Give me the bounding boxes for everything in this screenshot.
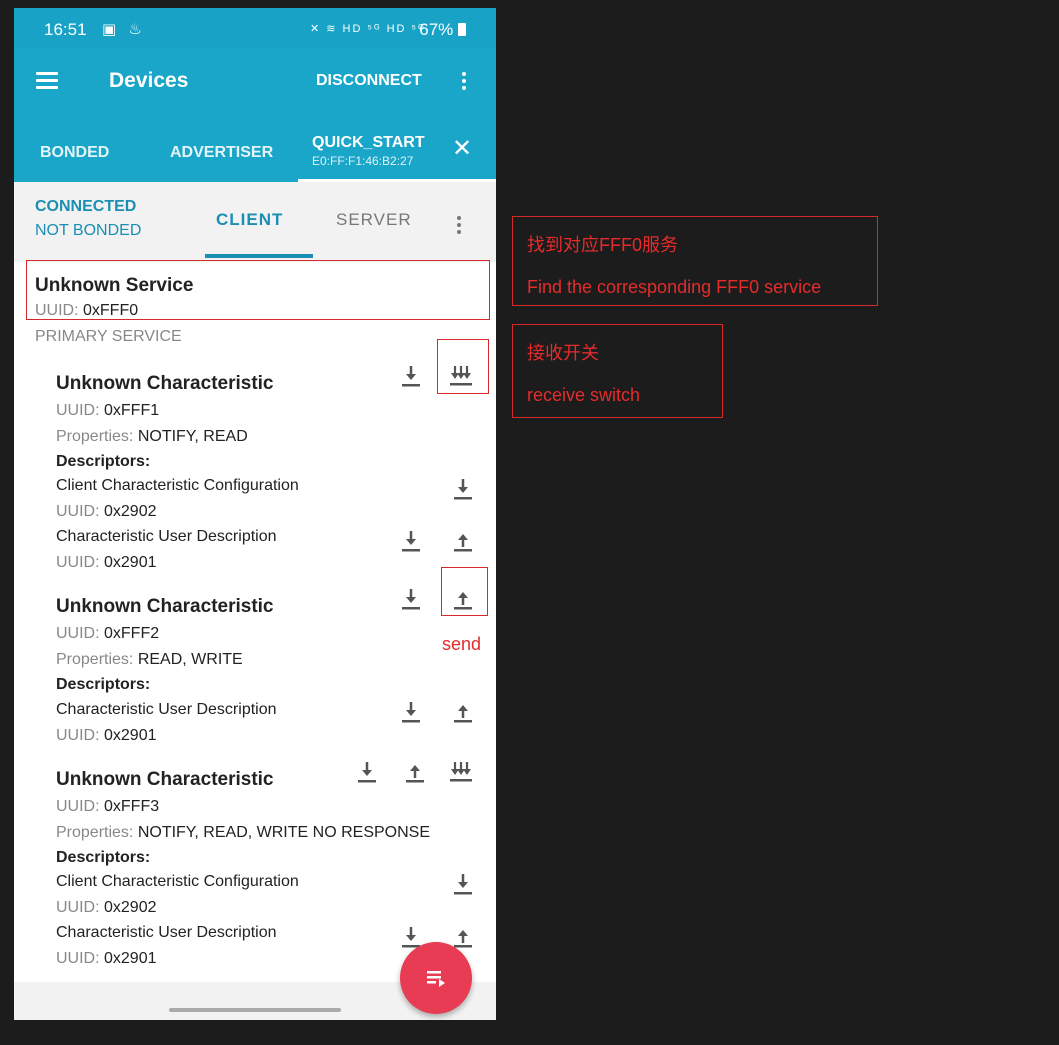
connection-status: CONNECTED — [35, 198, 137, 215]
characteristic-uuid: UUID: 0xFFF2 — [56, 625, 160, 642]
log-fab-button[interactable] — [400, 942, 472, 1014]
receive-annotation-zh: 接收开关 — [527, 343, 599, 363]
descriptor-name[interactable]: Client Characteristic Configuration — [56, 477, 299, 495]
receive-annotation-en: receive switch — [527, 385, 641, 405]
read-icon[interactable] — [398, 699, 424, 725]
more-options-icon[interactable] — [457, 216, 461, 237]
tab-client[interactable]: CLIENT — [216, 210, 283, 230]
tab-advertiser[interactable]: ADVERTISER — [170, 144, 273, 162]
active-tab-indicator — [205, 254, 313, 258]
send-annotation: send — [442, 634, 482, 654]
characteristic-uuid: UUID: 0xFFF1 — [56, 402, 160, 419]
descriptors-heading: Descriptors: — [56, 453, 151, 470]
tab-quick-start[interactable]: QUICK_START — [312, 134, 425, 152]
log-list-icon — [427, 971, 445, 987]
close-icon[interactable]: ✕ — [452, 134, 472, 163]
notification-icons: ▣ ♨ — [102, 21, 146, 38]
phone-screen: 16:51 ▣ ♨ ✕ ≋ HD ⁵ᴳ HD ⁵ᴳ 67% Devices DI… — [14, 8, 496, 1020]
characteristic-name[interactable]: Unknown Characteristic — [56, 373, 274, 395]
descriptor-uuid: UUID: 0x2902 — [56, 503, 157, 520]
tab-bonded[interactable]: BONDED — [40, 144, 109, 162]
gatt-services-list[interactable]: Unknown Service UUID: 0xFFF0 PRIMARY SER… — [14, 262, 496, 1020]
characteristic-properties: Properties: NOTIFY, READ — [56, 428, 248, 445]
characteristic-properties: Properties: NOTIFY, READ, WRITE NO RESPO… — [56, 824, 430, 841]
descriptor-uuid: UUID: 0x2902 — [56, 899, 157, 916]
menu-icon[interactable] — [36, 72, 58, 89]
disconnect-button[interactable]: DISCONNECT — [316, 72, 422, 90]
service-type: PRIMARY SERVICE — [35, 328, 182, 345]
battery-icon — [458, 23, 466, 36]
characteristic-name[interactable]: Unknown Characteristic — [56, 596, 274, 618]
descriptor-name[interactable]: Characteristic User Description — [56, 701, 277, 719]
read-icon[interactable] — [450, 871, 476, 897]
page-title: Devices — [109, 69, 189, 92]
connection-bar: CONNECTED NOT BONDED CLIENT SERVER — [14, 182, 496, 262]
bond-status: NOT BONDED — [35, 222, 142, 239]
tab-server[interactable]: SERVER — [336, 210, 412, 230]
descriptors-heading: Descriptors: — [56, 676, 151, 693]
write-icon[interactable] — [450, 699, 476, 725]
characteristic-properties: Properties: READ, WRITE — [56, 651, 243, 668]
read-icon[interactable] — [450, 476, 476, 502]
status-time: 16:51 — [44, 20, 87, 39]
service-highlight-box — [26, 260, 490, 320]
write-icon[interactable] — [450, 528, 476, 554]
gesture-nav-bar[interactable] — [169, 1008, 341, 1012]
receive-annotation-box: 接收开关 receive switch — [512, 324, 723, 418]
descriptor-name[interactable]: Characteristic User Description — [56, 924, 277, 942]
more-options-icon[interactable] — [462, 72, 466, 93]
service-annotation-zh: 找到对应FFF0服务 — [527, 235, 678, 255]
battery-level: 67% — [419, 20, 466, 40]
service-annotation-en: Find the corresponding FFF0 service — [527, 277, 822, 297]
notify-icon[interactable] — [448, 759, 474, 785]
read-icon[interactable] — [398, 586, 424, 612]
descriptor-name[interactable]: Client Characteristic Configuration — [56, 873, 299, 891]
status-bar: 16:51 ▣ ♨ ✕ ≋ HD ⁵ᴳ HD ⁵ᴳ 67% — [14, 8, 496, 48]
receive-switch-highlight-box — [437, 339, 489, 394]
descriptor-name[interactable]: Characteristic User Description — [56, 528, 277, 546]
service-annotation-box: 找到对应FFF0服务 Find the corresponding FFF0 s… — [512, 216, 878, 306]
write-icon[interactable] — [402, 759, 428, 785]
characteristic-uuid: UUID: 0xFFF3 — [56, 798, 160, 815]
descriptor-uuid: UUID: 0x2901 — [56, 554, 157, 571]
descriptor-uuid: UUID: 0x2901 — [56, 950, 157, 967]
read-icon[interactable] — [354, 759, 380, 785]
read-icon[interactable] — [398, 528, 424, 554]
descriptor-uuid: UUID: 0x2901 — [56, 727, 157, 744]
app-bar: Devices DISCONNECT — [14, 48, 496, 120]
device-mac-address: E0:FF:F1:46:B2:27 — [312, 154, 414, 168]
characteristic-name[interactable]: Unknown Characteristic — [56, 769, 274, 791]
descriptors-heading: Descriptors: — [56, 849, 151, 866]
read-icon[interactable] — [398, 363, 424, 389]
signal-icons: ✕ ≋ HD ⁵ᴳ HD ⁵ᴳ — [310, 23, 426, 35]
device-tabs: BONDED ADVERTISER QUICK_START E0:FF:F1:4… — [14, 120, 496, 182]
send-highlight-box — [441, 567, 488, 616]
